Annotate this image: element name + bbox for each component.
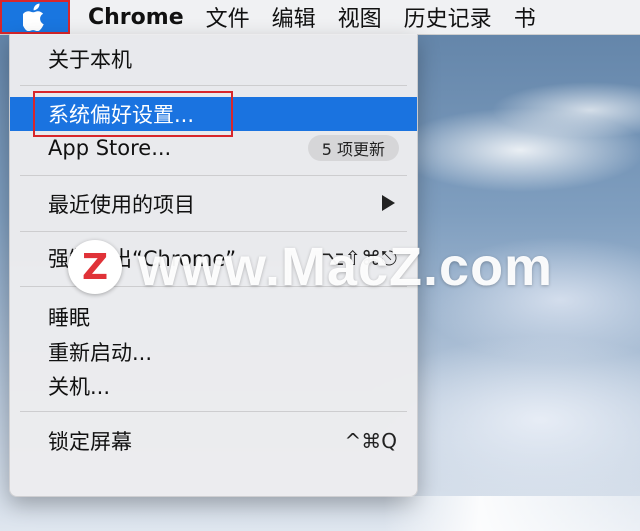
menu-item-lock-screen-label: 锁定屏幕 (48, 430, 132, 454)
menu-item-recent-items-label: 最近使用的项目 (48, 193, 195, 217)
menu-item-shutdown[interactable]: 关机... (10, 369, 417, 403)
menu-item-shutdown-label: 关机... (48, 375, 111, 399)
menu-separator (20, 85, 407, 86)
app-store-updates-badge: 5 项更新 (307, 135, 399, 161)
watermark: Z www.MacZ.com (68, 236, 553, 298)
menu-separator (20, 411, 407, 412)
watermark-text: www.MacZ.com (138, 237, 554, 297)
lock-screen-shortcut: ^⌘Q (344, 429, 398, 453)
submenu-arrow-icon (382, 195, 395, 211)
menu-edit[interactable]: 编辑 (272, 1, 316, 33)
menu-item-restart-label: 重新启动... (48, 341, 153, 365)
menu-item-sleep-label: 睡眠 (48, 306, 90, 330)
menu-item-recent-items[interactable]: 最近使用的项目 (10, 187, 417, 221)
menu-item-system-preferences-label: 系统偏好设置... (48, 103, 195, 127)
watermark-logo-icon: Z (68, 240, 122, 294)
menu-item-sleep[interactable]: 睡眠 (10, 300, 417, 334)
watermark-logo-letter: Z (81, 246, 109, 288)
menu-history[interactable]: 历史记录 (404, 1, 492, 33)
menu-app-name[interactable]: Chrome (88, 5, 184, 30)
menu-item-app-store-label: App Store... (48, 136, 172, 160)
menu-item-about[interactable]: 关于本机 (10, 42, 417, 76)
menu-bar: Chrome 文件 编辑 视图 历史记录 书 (0, 0, 640, 35)
menu-separator (20, 175, 407, 176)
menu-bookmarks[interactable]: 书 (514, 1, 536, 33)
bottom-strip (0, 496, 640, 531)
menu-item-lock-screen[interactable]: 锁定屏幕 ^⌘Q (10, 424, 417, 458)
menu-item-about-label: 关于本机 (48, 48, 132, 72)
menu-item-app-store[interactable]: App Store... 5 项更新 (10, 131, 417, 165)
menu-file[interactable]: 文件 (206, 1, 250, 33)
menu-view[interactable]: 视图 (338, 1, 382, 33)
apple-menu-button[interactable] (0, 0, 70, 34)
menu-separator (20, 231, 407, 232)
apple-icon (23, 3, 44, 31)
menu-item-restart[interactable]: 重新启动... (10, 335, 417, 369)
menu-item-system-preferences[interactable]: 系统偏好设置... (10, 97, 417, 131)
